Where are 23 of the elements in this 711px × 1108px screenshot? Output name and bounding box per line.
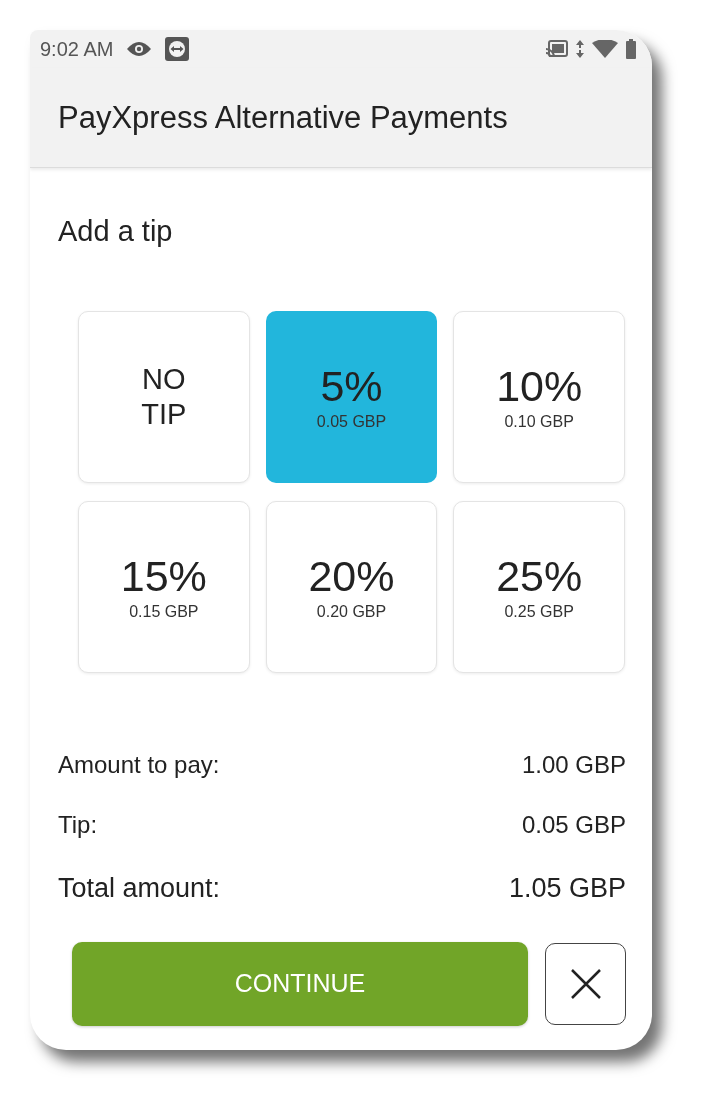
summary-value: 0.05 GBP — [521, 810, 626, 840]
data-arrows-icon — [576, 40, 584, 58]
cast-icon — [546, 40, 568, 58]
eye-icon — [127, 41, 152, 57]
section-heading: Add a tip — [58, 214, 173, 248]
summary-value: 1.05 GBP — [508, 872, 626, 904]
battery-icon — [626, 39, 636, 59]
wifi-icon — [592, 40, 618, 58]
tip-option[interactable]: 25% 0.25 GBP — [453, 501, 625, 673]
tip-option[interactable]: 10% 0.10 GBP — [453, 311, 625, 483]
status-time: 9:02 AM — [40, 37, 114, 61]
summary-label: Tip: — [58, 810, 98, 840]
summary-value: 1.00 GBP — [521, 750, 626, 780]
tip-option[interactable]: 15% 0.15 GBP — [78, 501, 250, 673]
arrows-square-icon — [165, 37, 190, 61]
summary-label: Amount to pay: — [58, 750, 220, 780]
tip-option[interactable]: 5% 0.05 GBP — [265, 311, 438, 483]
close-button[interactable] — [545, 943, 626, 1025]
close-icon — [569, 968, 602, 1000]
tip-option[interactable]: 20% 0.20 GBP — [265, 501, 438, 673]
app-title: PayXpress Alternative Payments — [58, 99, 508, 136]
tip-option[interactable]: NO TIP — [78, 311, 250, 483]
summary-label: Total amount: — [58, 872, 221, 904]
